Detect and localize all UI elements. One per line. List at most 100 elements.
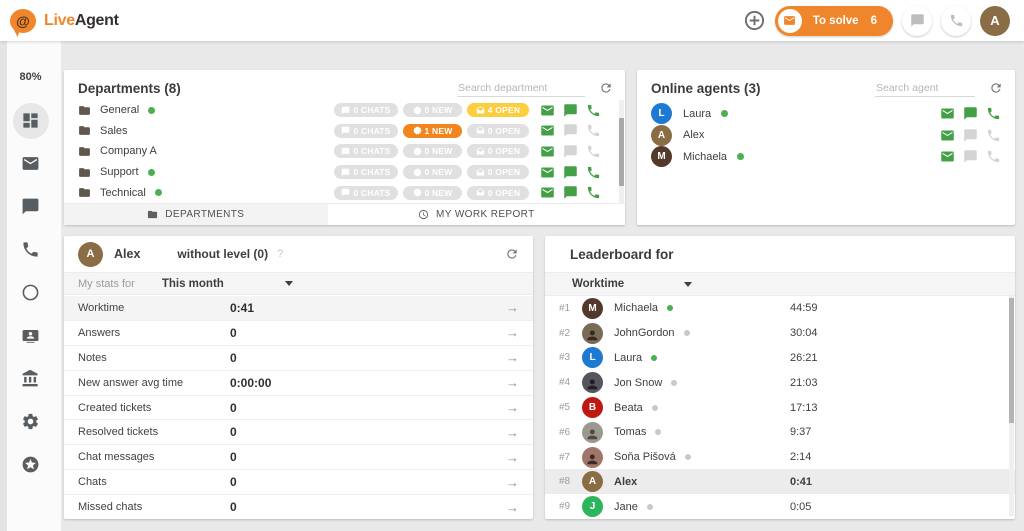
department-row[interactable]: General 0 CHATS 0 NEW 4 OPEN — [64, 100, 625, 121]
arrow-right-icon[interactable]: → — [506, 301, 519, 314]
chat-icon[interactable] — [563, 103, 578, 118]
chats-badge[interactable]: 0 CHATS — [334, 185, 398, 200]
open-tickets-badge[interactable]: 0 OPEN — [467, 185, 529, 200]
email-icon[interactable] — [940, 106, 955, 121]
search-department-input[interactable] — [457, 79, 585, 97]
calls-button[interactable] — [941, 5, 971, 36]
new-tickets-badge[interactable]: 0 NEW — [403, 103, 462, 118]
refresh-icon[interactable] — [505, 247, 519, 261]
sidebar-item-chat[interactable] — [9, 185, 52, 228]
open-tickets-badge[interactable]: 0 OPEN — [467, 165, 529, 180]
add-circle-icon[interactable] — [743, 9, 766, 32]
sidebar-item-contacts[interactable] — [9, 314, 52, 357]
arrow-right-icon[interactable]: → — [506, 476, 519, 489]
chat-icon[interactable] — [563, 165, 578, 180]
agent-row[interactable]: A Alex — [637, 124, 1015, 147]
scrollbar[interactable] — [619, 100, 624, 203]
search-agent-input[interactable] — [875, 79, 975, 97]
stat-row[interactable]: Worktime 0:41 → — [64, 296, 533, 321]
stat-row[interactable]: New answer avg time 0:00:00 → — [64, 371, 533, 396]
stat-row[interactable]: Answers 0 → — [64, 321, 533, 346]
arrow-right-icon[interactable]: → — [506, 351, 519, 364]
phone-icon[interactable] — [586, 123, 601, 138]
leaderboard-value: 44:59 — [790, 302, 818, 315]
phone-icon[interactable] — [586, 165, 601, 180]
chats-badge[interactable]: 0 CHATS — [334, 144, 398, 159]
chat-icon — [910, 13, 925, 28]
stat-row[interactable]: Chats 0 → — [64, 470, 533, 496]
scrollbar[interactable] — [1009, 296, 1014, 516]
chats-button[interactable] — [902, 5, 932, 36]
arrow-right-icon[interactable]: → — [506, 401, 519, 414]
email-icon[interactable] — [540, 165, 555, 180]
online-status-dot — [721, 110, 729, 118]
agent-row[interactable]: M Michaela — [637, 146, 1015, 168]
sidebar-item-phone[interactable] — [9, 228, 52, 271]
phone-icon[interactable] — [986, 128, 1001, 143]
email-icon[interactable] — [940, 149, 955, 164]
stat-row[interactable]: Created tickets 0 → — [64, 396, 533, 421]
email-icon[interactable] — [540, 185, 555, 200]
email-icon[interactable] — [540, 103, 555, 118]
tab-departments[interactable]: DEPARTMENTS — [64, 204, 328, 225]
phone-icon[interactable] — [986, 149, 1001, 164]
open-tickets-badge[interactable]: 0 OPEN — [467, 144, 529, 159]
new-tickets-badge[interactable]: 0 NEW — [403, 185, 462, 200]
refresh-icon[interactable] — [599, 81, 613, 95]
refresh-icon[interactable] — [989, 81, 1003, 95]
department-row[interactable]: Support 0 CHATS 0 NEW 0 OPEN — [64, 162, 625, 183]
open-tickets-badge[interactable]: 0 OPEN — [467, 123, 529, 138]
phone-icon[interactable] — [986, 106, 1001, 121]
sidebar-item-settings[interactable] — [9, 400, 52, 443]
chats-badge[interactable]: 0 CHATS — [334, 165, 398, 180]
sidebar-item-star[interactable] — [9, 443, 52, 486]
chat-icon[interactable] — [963, 128, 978, 143]
stat-row[interactable]: Missed chats 0 → — [64, 495, 533, 519]
department-counters: 0 CHATS 1 NEW 0 OPEN — [334, 123, 529, 138]
department-row[interactable]: Sales 0 CHATS 1 NEW 0 OPEN — [64, 121, 625, 142]
new-tickets-badge[interactable]: 0 NEW — [403, 144, 462, 159]
chat-icon[interactable] — [563, 123, 578, 138]
stat-label: New answer avg time — [78, 376, 184, 389]
open-tickets-badge[interactable]: 4 OPEN — [467, 103, 529, 118]
sidebar-item-bank[interactable] — [9, 357, 52, 400]
stat-row[interactable]: Chat messages 0 → — [64, 445, 533, 471]
department-row[interactable]: Technical 0 CHATS 0 NEW 0 OPEN — [64, 182, 625, 203]
department-row[interactable]: Company A 0 CHATS 0 NEW 0 OPEN — [64, 141, 625, 162]
stat-row[interactable]: Resolved tickets 0 → — [64, 420, 533, 446]
chat-icon[interactable] — [563, 144, 578, 159]
chats-badge[interactable]: 0 CHATS — [334, 103, 398, 118]
new-tickets-badge[interactable]: 0 NEW — [403, 165, 462, 180]
to-solve-button[interactable]: To solve 6 — [774, 5, 893, 36]
stats-period-dropdown[interactable]: This month — [162, 278, 224, 290]
user-avatar[interactable]: A — [980, 5, 1010, 36]
email-icon[interactable] — [540, 123, 555, 138]
phone-icon[interactable] — [586, 185, 601, 200]
email-icon[interactable] — [940, 128, 955, 143]
arrow-right-icon[interactable]: → — [506, 501, 519, 514]
leaderboard-metric-dropdown[interactable]: Worktime — [572, 278, 624, 290]
chat-icon[interactable] — [963, 149, 978, 164]
phone-icon[interactable] — [586, 144, 601, 159]
new-tickets-badge[interactable]: 1 NEW — [403, 123, 462, 138]
chevron-down-icon[interactable] — [684, 281, 693, 287]
sidebar-item-mail[interactable] — [9, 142, 52, 185]
chat-icon[interactable] — [563, 185, 578, 200]
chats-badge[interactable]: 0 CHATS — [334, 123, 398, 138]
liveagent-logo[interactable]: @ LiveAgent — [10, 8, 119, 33]
help-icon[interactable]: ? — [277, 248, 283, 260]
tab-my-work-report[interactable]: MY WORK REPORT — [327, 204, 625, 225]
email-icon[interactable] — [540, 144, 555, 159]
chat-icon[interactable] — [963, 106, 978, 121]
arrow-right-icon[interactable]: → — [506, 451, 519, 464]
sidebar-item-dashboard[interactable] — [12, 102, 49, 139]
sidebar-item-history[interactable] — [9, 271, 52, 314]
arrow-right-icon[interactable]: → — [506, 376, 519, 389]
arrow-right-icon[interactable]: → — [506, 426, 519, 439]
rank: #7 — [559, 451, 571, 463]
phone-icon[interactable] — [586, 103, 601, 118]
stat-row[interactable]: Notes 0 → — [64, 346, 533, 371]
arrow-right-icon[interactable]: → — [506, 326, 519, 339]
chevron-down-icon[interactable] — [284, 281, 293, 286]
agent-row[interactable]: L Laura — [637, 103, 1015, 125]
